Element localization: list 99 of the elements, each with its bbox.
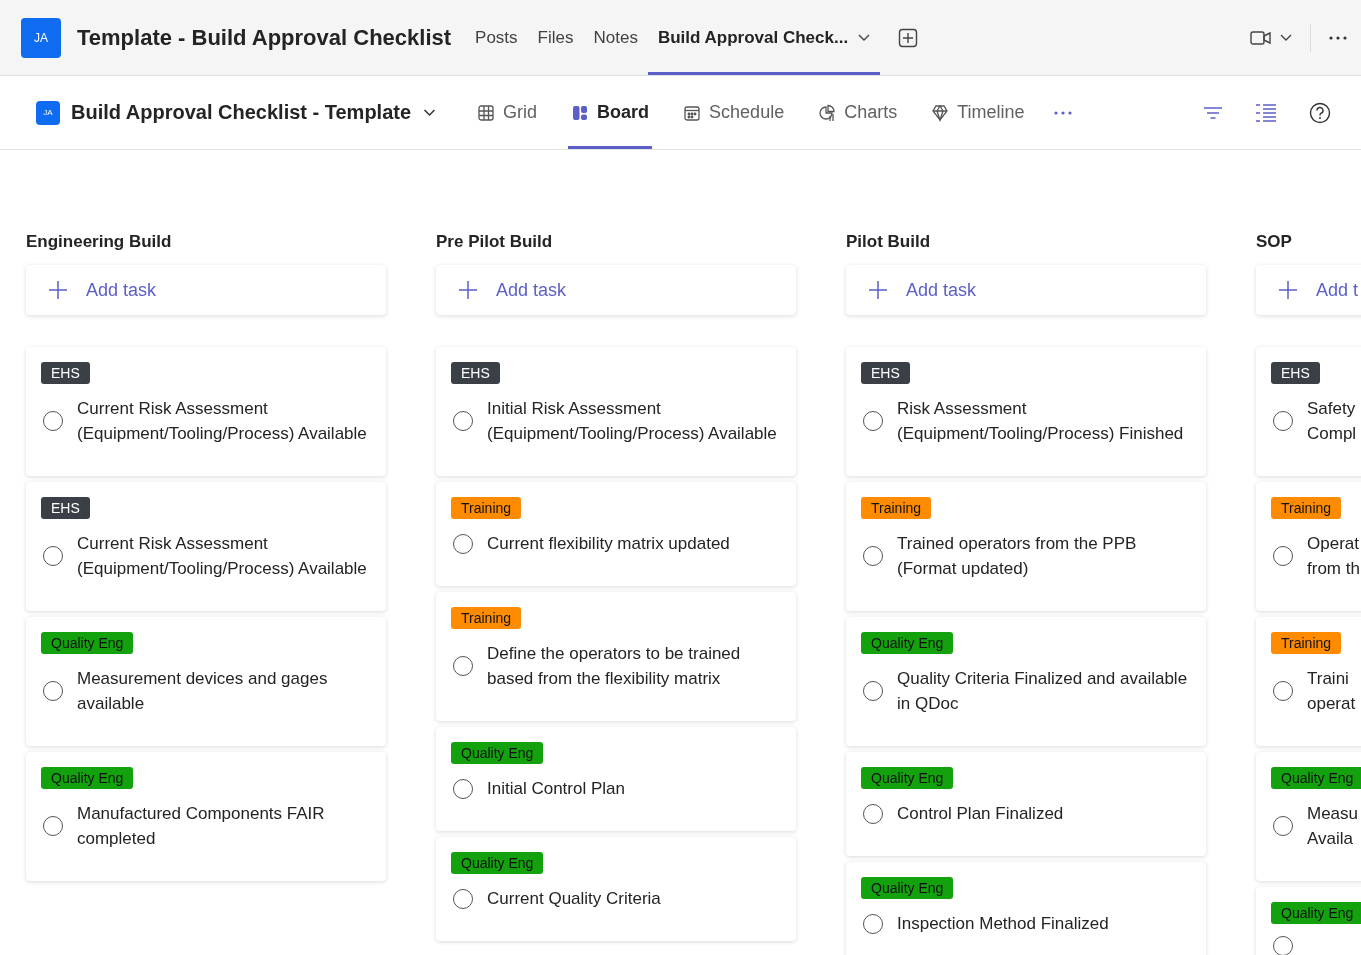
channel-tab[interactable]: Build Approval Check...: [647, 0, 881, 75]
bucket-title: Pre Pilot Build: [436, 232, 554, 252]
video-camera-icon[interactable]: [1250, 29, 1272, 46]
label-tag: Training: [861, 497, 932, 519]
task-title: Initial Control Plan: [487, 778, 625, 800]
plus-icon: [868, 280, 888, 300]
task-card[interactable]: Quality Eng Initial Control Plan: [436, 727, 796, 831]
view-tab[interactable]: Schedule: [680, 76, 788, 149]
chevron-down-icon[interactable]: [423, 108, 437, 117]
view-tab[interactable]: Charts: [815, 76, 901, 149]
filter-icon[interactable]: [1203, 105, 1223, 120]
more-icon[interactable]: [1053, 110, 1072, 115]
plus-icon: [48, 280, 68, 300]
view-tab[interactable]: Grid: [474, 76, 541, 149]
chevron-down-icon[interactable]: [858, 33, 871, 42]
task-title: Measurement devices and gages available: [77, 668, 329, 715]
task-title: Initial Risk Assessment (Equipment/Tooling/Process) Available: [487, 398, 778, 445]
label-tag: Quality Eng: [1271, 902, 1361, 924]
bucket-title: Pilot Build: [846, 232, 932, 252]
task-title: Risk Assessment (Equipment/Tooling/Process) Finished: [897, 398, 1185, 445]
task-card[interactable]: EHS Initial Risk Assessment (Equipment/Tooling/Process) Available: [436, 347, 796, 476]
label-tag: Training: [451, 607, 522, 629]
task-card[interactable]: EHS Safety Compl: [1256, 347, 1361, 476]
task-title: Current Risk Assessment (Equipment/Tooling/Process) Available: [77, 533, 368, 580]
grid-icon: [477, 103, 496, 122]
task-card[interactable]: EHS Current Risk Assessment (Equipment/Tooling/Process) Available: [26, 482, 386, 611]
add-task-button[interactable]: Add task: [436, 265, 796, 315]
label-tag: Quality Eng: [861, 632, 954, 654]
task-card[interactable]: EHS Risk Assessment (Equipment/Tooling/Process) Finished: [846, 347, 1206, 476]
task-card[interactable]: Quality Eng Measurement devices and gages available: [26, 617, 386, 746]
label-tag: Quality Eng: [41, 767, 134, 789]
task-title: Traini operat: [1307, 668, 1356, 715]
task-card[interactable]: Quality Eng Control Plan Finalized: [846, 752, 1206, 856]
task-card[interactable]: EHS Current Risk Assessment (Equipment/Tooling/Process) Available: [26, 347, 386, 476]
bucket-title: SOP: [1256, 232, 1293, 252]
task-card[interactable]: Quality Eng Inspection Method Finalized: [846, 862, 1206, 955]
label-tag: EHS: [1271, 362, 1320, 384]
plus-icon: [458, 280, 478, 300]
task-card[interactable]: Training Current flexibility matrix updated: [436, 482, 796, 586]
add-task-label[interactable]: Add task: [496, 279, 567, 301]
label-tag: EHS: [41, 497, 90, 519]
view-tab[interactable]: Timeline: [928, 76, 1028, 149]
label-tag: Quality Eng: [41, 632, 134, 654]
help-icon[interactable]: [1309, 101, 1331, 124]
bucket-title: Engineering Build: [26, 232, 173, 252]
task-card[interactable]: Quality Eng Current Quality Criteria: [436, 837, 796, 941]
calendar-icon: [683, 103, 702, 122]
add-task-button[interactable]: Add task: [846, 265, 1206, 315]
task-title: Current Risk Assessment (Equipment/Tooling/Process) Available: [77, 398, 368, 445]
task-title: Safety Compl: [1307, 398, 1357, 445]
task-title: Current Quality Criteria: [487, 888, 661, 910]
team-title: Template - Build Approval Checklist: [77, 24, 452, 51]
chevron-down-icon[interactable]: [1280, 33, 1292, 42]
task-title: Quality Criteria Finalized and available in QDoc: [897, 668, 1189, 715]
list-icon[interactable]: [1255, 102, 1277, 123]
chart-icon: [818, 103, 837, 122]
task-card[interactable]: Quality Eng Quality Criteria Finalized and available in QDoc: [846, 617, 1206, 746]
label-tag: Training: [451, 497, 522, 519]
plus-icon: [1278, 280, 1298, 300]
label-tag: Quality Eng: [451, 852, 544, 874]
add-tab-icon[interactable]: [898, 27, 919, 48]
add-task-button[interactable]: Add t: [1256, 265, 1361, 315]
channel-tab[interactable]: Posts: [465, 0, 528, 75]
task-card[interactable]: Quality Eng: [1256, 887, 1361, 955]
task-card[interactable]: Quality Eng Measu Availa: [1256, 752, 1361, 881]
task-title: Inspection Method Finalized: [897, 913, 1109, 935]
label-tag: EHS: [41, 362, 90, 384]
add-task-label[interactable]: Add t: [1316, 279, 1359, 301]
add-task-label[interactable]: Add task: [86, 279, 157, 301]
board-icon: [571, 103, 590, 122]
diamond-icon: [931, 103, 950, 122]
add-task-button[interactable]: Add task: [26, 265, 386, 315]
task-title: Current flexibility matrix updated: [487, 533, 730, 555]
label-tag: Quality Eng: [861, 877, 954, 899]
task-title: Trained operators from the PPB (Format updated): [897, 533, 1138, 580]
plan-avatar: JA: [36, 100, 60, 125]
task-card[interactable]: Training Define the operators to be trained based from the flexibility matrix: [436, 592, 796, 721]
label-tag: EHS: [861, 362, 910, 384]
task-card[interactable]: Training Traini operat: [1256, 617, 1361, 746]
task-title: Define the operators to be trained based from the flexibility matrix: [487, 643, 742, 690]
team-avatar[interactable]: JA: [21, 17, 61, 58]
task-card[interactable]: Training Trained operators from the PPB (Format updated): [846, 482, 1206, 611]
task-title: Control Plan Finalized: [897, 803, 1064, 825]
label-tag: Training: [1271, 632, 1342, 654]
label-tag: EHS: [451, 362, 500, 384]
task-title: Operat from th: [1307, 533, 1360, 580]
label-tag: Quality Eng: [451, 742, 544, 764]
channel-tab[interactable]: Files: [527, 0, 584, 75]
label-tag: Training: [1271, 497, 1342, 519]
more-icon[interactable]: [1329, 35, 1347, 40]
label-tag: Quality Eng: [861, 767, 954, 789]
task-card[interactable]: Training Operat from th: [1256, 482, 1361, 611]
add-task-label[interactable]: Add task: [906, 279, 977, 301]
plan-title[interactable]: Build Approval Checklist - Template: [71, 101, 412, 124]
label-tag: Quality Eng: [1271, 767, 1361, 789]
task-card[interactable]: Quality Eng Manufactured Components FAIR completed: [26, 752, 386, 881]
task-title: Manufactured Components FAIR completed: [77, 803, 326, 850]
task-title: Measu Availa: [1307, 803, 1359, 850]
channel-tab[interactable]: Notes: [583, 0, 648, 75]
